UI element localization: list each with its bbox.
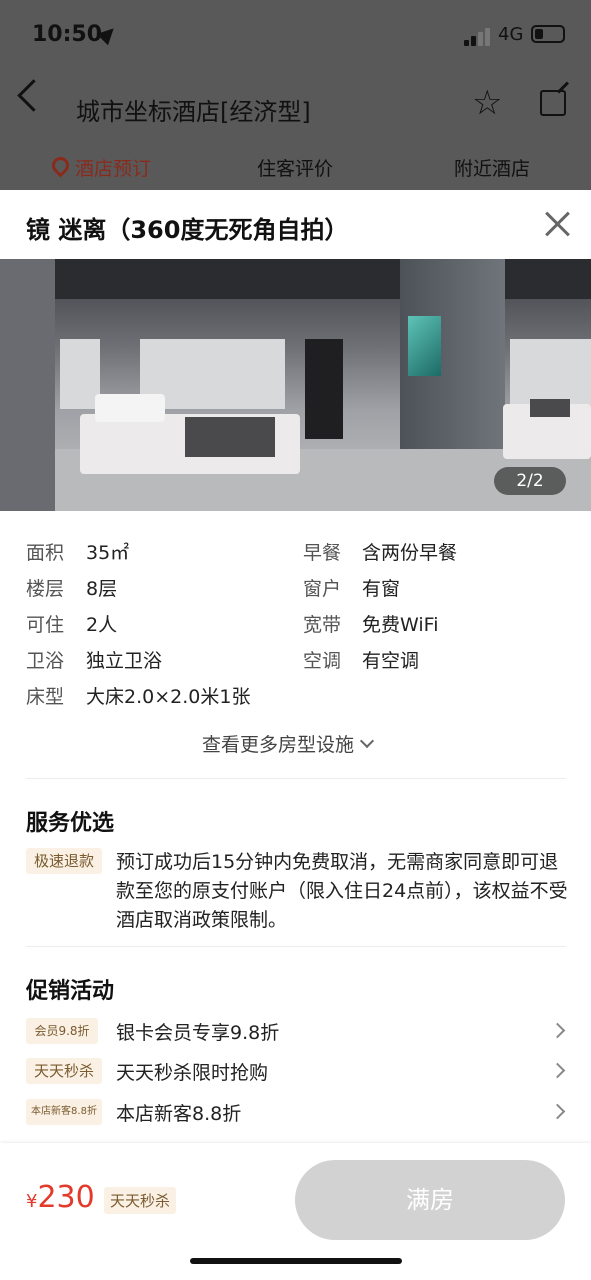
attr-value-breakfast: 含两份早餐 <box>362 542 458 564</box>
favorite-star-icon[interactable]: ☆ <box>472 86 502 120</box>
home-indicator[interactable] <box>190 1258 402 1264</box>
promo-text-member[interactable]: 银卡会员专享9.8折 <box>116 1018 279 1045</box>
attr-label-broadband: 宽带 <box>303 614 342 636</box>
hotel-title: 城市坐标酒店[经济型] <box>76 98 311 126</box>
promotions-section-title: 促销活动 <box>26 979 115 1004</box>
divider <box>26 778 566 779</box>
attr-value-broadband: 免费WiFi <box>362 614 439 636</box>
divider <box>26 946 566 947</box>
attr-value-area: 35㎡ <box>86 542 130 564</box>
attr-label-bed: 床型 <box>26 686 65 708</box>
room-title: 镜 迷离（360度无死角自拍） <box>26 216 349 244</box>
fully-booked-button[interactable]: 满房 <box>295 1160 565 1240</box>
attr-label-area: 面积 <box>26 542 65 564</box>
service-description: 预订成功后15分钟内免费取消，无需商家同意即可退款至您的原支付账户（限入住日24… <box>116 851 568 931</box>
attr-value-occupancy: 2人 <box>86 614 118 636</box>
location-pin-icon <box>48 153 73 178</box>
price-tag: 天天秒杀 <box>104 1187 177 1214</box>
attr-label-bathroom: 卫浴 <box>26 650 65 672</box>
attr-value-window: 有窗 <box>362 578 401 600</box>
promo-tag-flash-sale: 天天秒杀 <box>26 1058 102 1084</box>
attr-label-occupancy: 可住 <box>26 614 65 636</box>
cellular-signal-icon <box>464 28 492 46</box>
attr-value-floor: 8层 <box>86 578 118 600</box>
room-price: ¥230 <box>26 1180 95 1215</box>
photo-counter: 2/2 <box>494 467 566 495</box>
promo-tag-new-guest: 本店新客8.8折 <box>26 1099 102 1125</box>
battery-icon <box>531 25 565 43</box>
share-icon[interactable] <box>540 90 566 116</box>
promo-text-new-guest[interactable]: 本店新客8.8折 <box>116 1099 241 1126</box>
refund-tag: 极速退款 <box>26 848 102 874</box>
status-time: 10:50 <box>32 22 103 47</box>
tab-hotel-booking[interactable]: 酒店预订 <box>48 153 151 181</box>
attr-value-ac: 有空调 <box>362 650 420 672</box>
promo-text-flash-sale[interactable]: 天天秒杀限时抢购 <box>116 1058 268 1085</box>
service-section-title: 服务优选 <box>26 811 115 836</box>
close-icon[interactable] <box>544 210 572 238</box>
tab-guest-reviews[interactable]: 住客评价 <box>257 154 333 181</box>
status-bar: 10:50 4G <box>0 0 591 70</box>
attr-label-window: 窗户 <box>303 578 342 600</box>
attr-label-floor: 楼层 <box>26 578 65 600</box>
more-facilities-link[interactable]: 查看更多房型设施 <box>202 730 375 757</box>
promo-tag-member: 会员9.8折 <box>26 1018 98 1044</box>
attr-value-bathroom: 独立卫浴 <box>86 650 163 672</box>
tab-nearby-hotels[interactable]: 附近酒店 <box>454 154 530 181</box>
attr-value-bed: 大床2.0×2.0米1张 <box>86 686 251 708</box>
attr-label-ac: 空调 <box>303 650 342 672</box>
attr-label-breakfast: 早餐 <box>303 542 342 564</box>
network-type: 4G <box>498 24 524 45</box>
chevron-down-icon <box>359 733 375 749</box>
